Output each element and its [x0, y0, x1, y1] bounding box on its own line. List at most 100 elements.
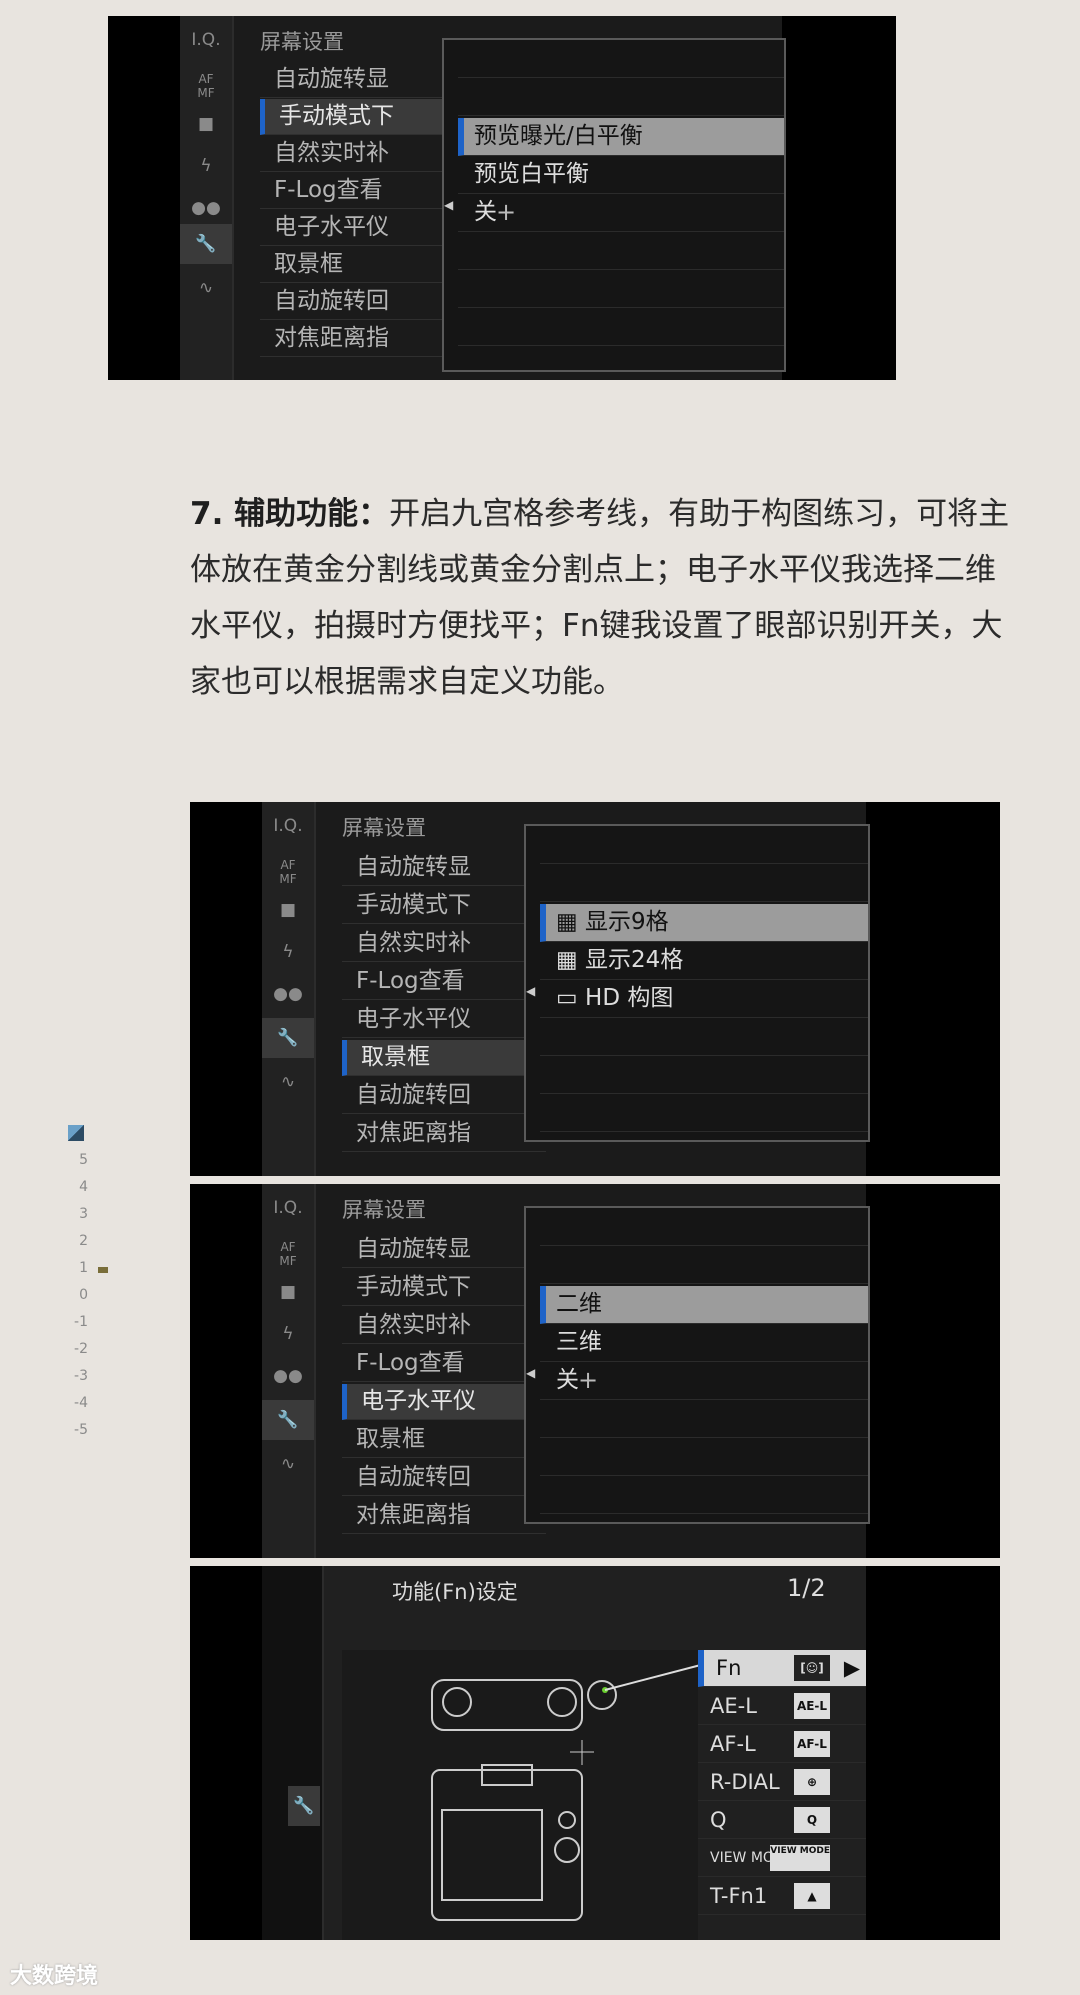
wrench-icon[interactable]: 🔧 [180, 224, 232, 264]
menu-item-selected[interactable]: 手动模式下 [260, 99, 464, 135]
empty-row [540, 1438, 868, 1476]
popup-option-selected[interactable]: 预览曝光/白平衡 [458, 118, 784, 156]
menu-tab-column: I.Q. AF MF ■ ϟ ●● 🔧 ∿ [262, 802, 316, 1176]
camera-outline-icon [431, 1661, 713, 1921]
ruler-tick: 2 [79, 1233, 88, 1249]
option-popup: ◀ 二维 三维 关 + [524, 1206, 870, 1524]
menu-item[interactable]: 取景框 [260, 247, 464, 283]
fn-row[interactable]: R-DIAL ⊕ [698, 1764, 866, 1801]
menu-item-selected[interactable]: 电子水平仪 [342, 1384, 546, 1420]
q-badge: Q [794, 1807, 830, 1833]
wrench-icon[interactable]: 🔧 [262, 1018, 314, 1058]
popup-option-selected[interactable]: 二维 [540, 1286, 868, 1324]
menu-item[interactable]: 对焦距离指 [342, 1498, 546, 1534]
empty-row [540, 864, 868, 902]
fn-button-list: Fn [☺] ▶ AE-L AE-L AF-L AF-L R-DIAL ⊕ QQ VIEW… [698, 1650, 866, 1940]
fn-row-label: R-DIAL [710, 1770, 780, 1794]
user-icon: ●● [273, 1366, 303, 1386]
empty-row [458, 270, 784, 308]
wave-icon: ∿ [280, 1072, 296, 1092]
menu-item[interactable]: 取景框 [342, 1422, 546, 1458]
menu-item[interactable]: 对焦距离指 [342, 1116, 546, 1152]
flash-icon: ϟ [282, 942, 294, 962]
menu-tab-column: I.Q. AF MF ■ ϟ ●● 🔧 ∿ [262, 1184, 316, 1558]
camera-icon: ■ [197, 114, 215, 134]
popup-option-label: HD 构图 [585, 985, 674, 1011]
af-mf-icon: AF MF [197, 72, 215, 100]
menu-item[interactable]: 自动旋转显 [342, 850, 546, 886]
zoom-icon: ⊕ [794, 1769, 830, 1795]
wave-icon: ∿ [280, 1454, 296, 1474]
camera-menu-screenshot-2: I.Q. AF MF ■ ϟ ●● 🔧 ∿ 屏幕设置 自动旋转显 手动模式下 自然… [190, 802, 1000, 1176]
ruler-marker [98, 1267, 108, 1273]
grid-9-icon: ▦ [556, 909, 586, 935]
menu-item-selected[interactable]: 取景框 [342, 1040, 546, 1076]
camera-menu-screenshot-1: I.Q. AF MF ■ ϟ ●● 🔧 ∿ 屏幕设置 自动旋转显 手动模式下 自然… [108, 16, 896, 380]
empty-row [458, 78, 784, 116]
menu-item[interactable]: 自然实时补 [342, 926, 546, 962]
menu-item[interactable]: 自动旋转显 [342, 1232, 546, 1268]
empty-row [540, 1400, 868, 1438]
black-bar [930, 1566, 1000, 1940]
menu-item[interactable]: 电子水平仪 [260, 210, 464, 246]
fn-row-label: AF-L [710, 1732, 756, 1756]
ruler-tick: -3 [74, 1368, 88, 1384]
wrench-icon[interactable]: 🔧 [262, 1400, 314, 1440]
hd-frame-icon: ▭ [556, 985, 586, 1011]
fn-row[interactable]: QQ [698, 1802, 866, 1839]
menu-item[interactable]: 自然实时补 [260, 136, 464, 172]
black-bar [930, 802, 1000, 1176]
menu-item[interactable]: 手动模式下 [342, 1270, 546, 1306]
menu-item[interactable]: 手动模式下 [342, 888, 546, 924]
image-quality-icon: I.Q. [191, 30, 221, 50]
empty-row [540, 1476, 868, 1514]
camera-icon: ■ [279, 900, 297, 920]
menu-item[interactable]: F-Log查看 [260, 173, 464, 209]
fn-row[interactable]: T-Fn1 ▲ [698, 1878, 866, 1915]
ruler-tick: -2 [74, 1341, 88, 1357]
camera-diagram [342, 1650, 713, 1940]
menu-item[interactable]: 自然实时补 [342, 1308, 546, 1344]
menu-item[interactable]: 自动旋转回 [342, 1078, 546, 1114]
menu-item[interactable]: 自动旋转回 [342, 1460, 546, 1496]
af-l-badge: AF-L [794, 1731, 830, 1757]
wrench-icon[interactable]: 🔧 [288, 1786, 320, 1826]
popup-option-selected[interactable]: ▦ 显示9格 [540, 904, 868, 942]
af-mf-icon: AF MF [279, 1240, 297, 1268]
menu-tab-column: 🔧 [262, 1566, 324, 1940]
flash-icon: ϟ [200, 156, 212, 176]
ruler-tick: 0 [79, 1287, 88, 1303]
ruler-tick: -1 [74, 1314, 88, 1330]
left-arrow-icon: ◀ [526, 984, 536, 998]
menu-title: 屏幕设置 [260, 30, 344, 54]
black-bar [930, 1184, 1000, 1558]
ruler-tick: 4 [79, 1179, 88, 1195]
black-bar [190, 802, 260, 1176]
menu-item[interactable]: 自动旋转显 [260, 62, 464, 98]
crosshair-icon: + [496, 198, 517, 226]
fn-row[interactable]: AE-L AE-L [698, 1688, 866, 1725]
ruler-icon [68, 1125, 84, 1141]
fn-row[interactable]: AF-L AF-L [698, 1726, 866, 1763]
af-mf-icon: AF MF [279, 858, 297, 886]
view-mode-badge: VIEW MODE [770, 1845, 830, 1871]
ae-l-badge: AE-L [794, 1693, 830, 1719]
popup-option-label: 显示24格 [585, 947, 684, 973]
menu-item[interactable]: 自动旋转回 [260, 284, 464, 320]
menu-item[interactable]: 对焦距离指 [260, 321, 464, 357]
menu-item[interactable]: 电子水平仪 [342, 1002, 546, 1038]
popup-option[interactable]: ▭ HD 构图 [540, 980, 868, 1018]
menu-item[interactable]: F-Log查看 [342, 1346, 546, 1382]
fn-row-label: AE-L [710, 1694, 757, 1718]
crosshair-icon: + [578, 1366, 599, 1394]
flash-icon: ϟ [282, 1324, 294, 1344]
fn-row-selected[interactable]: Fn [☺] ▶ [698, 1650, 866, 1687]
image-quality-icon: I.Q. [273, 816, 303, 836]
menu-item[interactable]: F-Log查看 [342, 964, 546, 1000]
grid-24-icon: ▦ [556, 947, 586, 973]
popup-option[interactable]: ▦ 显示24格 [540, 942, 868, 980]
empty-row [458, 40, 784, 78]
fn-row[interactable]: VIEW MODE VIEW MODE [698, 1840, 866, 1877]
popup-option[interactable]: 预览白平衡 [458, 156, 784, 194]
popup-option[interactable]: 三维 [540, 1324, 868, 1362]
